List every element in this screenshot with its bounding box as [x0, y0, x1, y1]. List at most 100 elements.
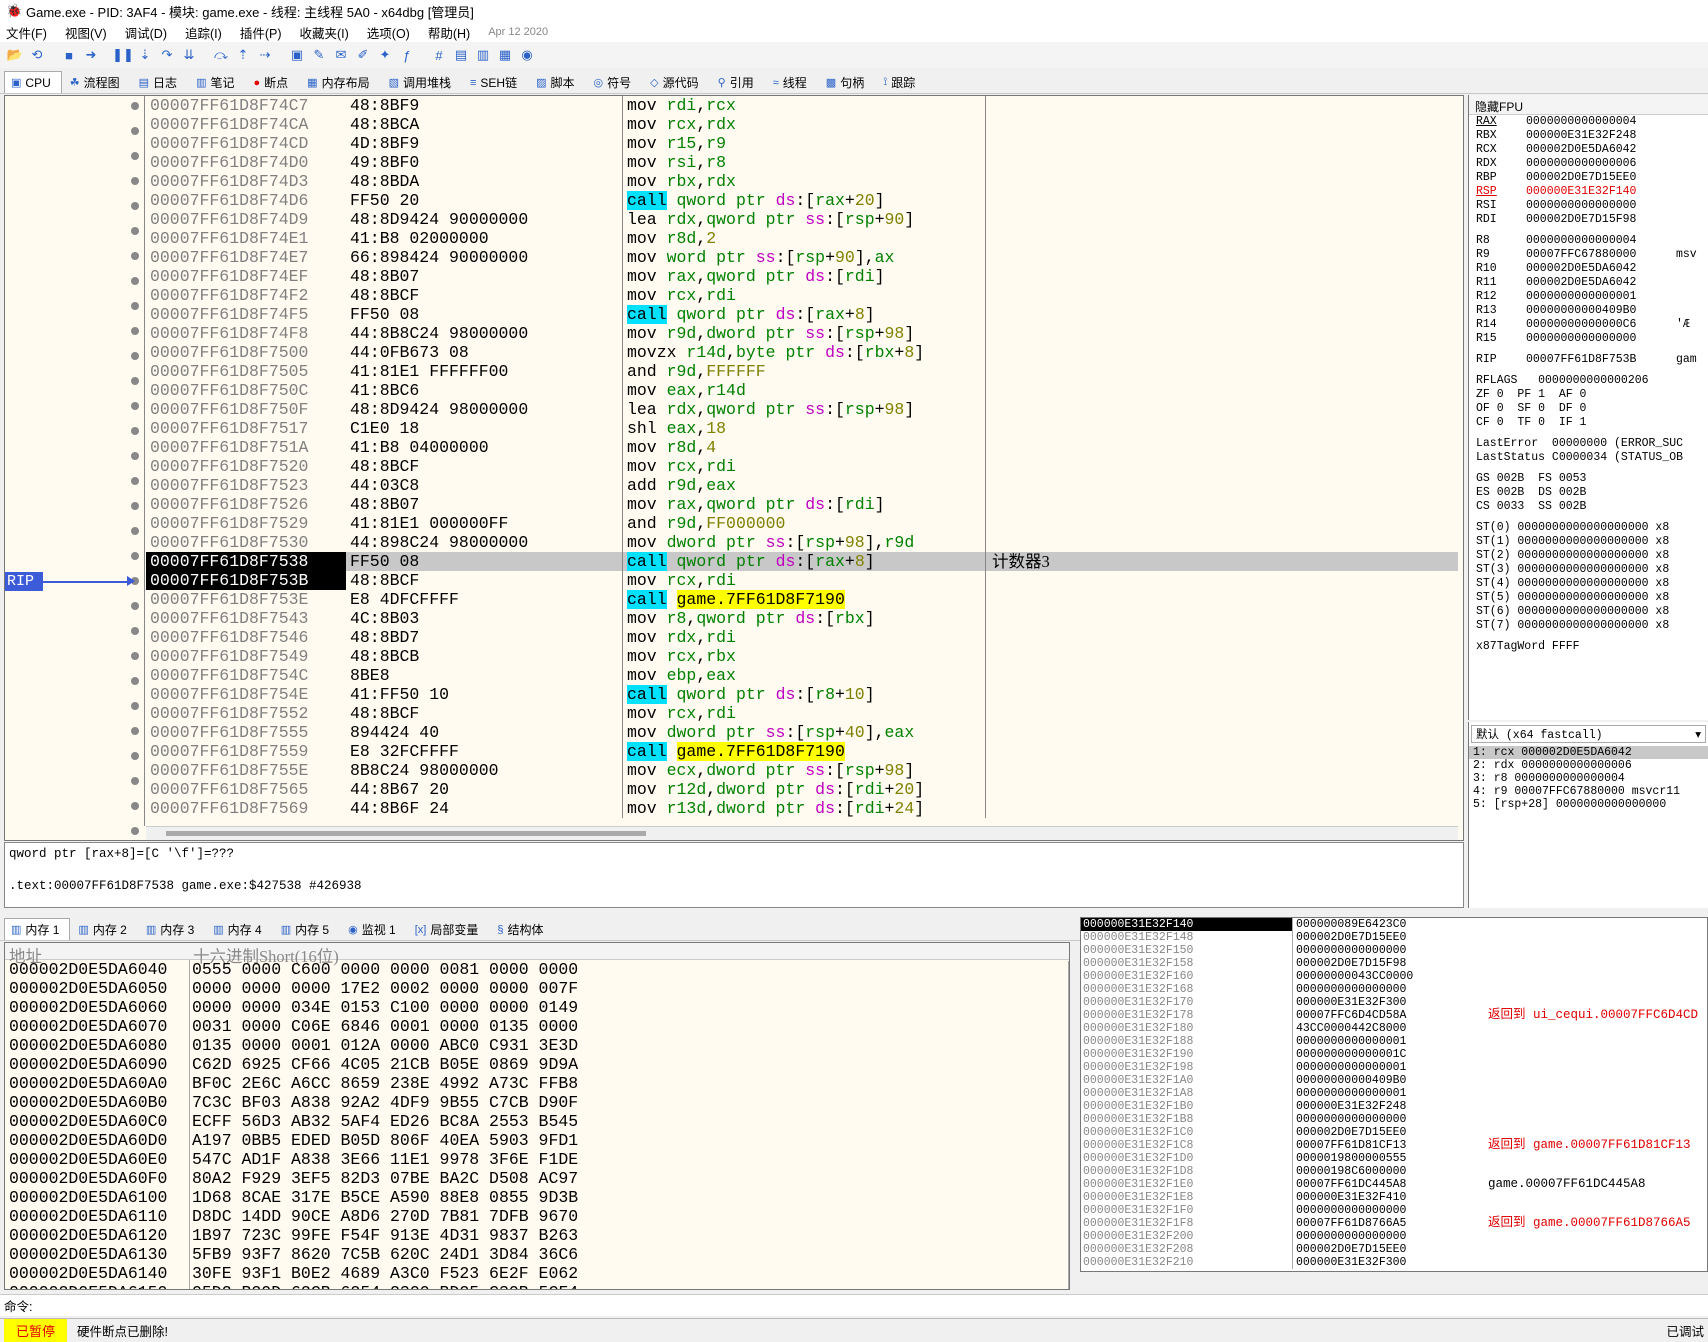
memory-icon[interactable]: ▥	[474, 46, 492, 64]
dump-row[interactable]: 000002D0E5DA60A0 BF0C 2E6C A6CC 8659 238E…	[5, 1074, 1069, 1093]
register-value[interactable]: 00007FF61D8F753B	[1526, 353, 1676, 367]
stack-row[interactable]: 000000E31E32F198 0000000000000001	[1081, 1061, 1707, 1074]
register-value[interactable]: 000002D0E7D15F98	[1526, 213, 1676, 227]
dump-hex[interactable]: BF0C 2E6C A6CC 8659 238E 4992 A73C FFB8	[189, 1074, 578, 1093]
dump-row[interactable]: 000002D0E5DA60F0 80A2 F929 3EF5 82D3 07BE…	[5, 1169, 1069, 1188]
breakpoint-marker[interactable]	[131, 702, 141, 721]
dump-hex[interactable]: 0135 0000 0001 012A 0000 ABC0 C931 3E3D	[189, 1036, 578, 1055]
dump-row[interactable]: 000002D0E5DA60C0 ECFF 56D3 AB32 5AF4 ED26…	[5, 1112, 1069, 1131]
stack-row[interactable]: 000000E31E32F208 000002D0E7D15EE0	[1081, 1243, 1707, 1256]
breakpoint-marker[interactable]	[131, 277, 141, 296]
breakpoint-marker[interactable]	[131, 252, 141, 271]
disasm-row[interactable]: 00007FF61D8F753E E8 4DFCFFFF call game.7FF…	[146, 590, 1458, 609]
stack-value[interactable]: 0000000000000000	[1292, 1204, 1482, 1217]
menu-item-7[interactable]: 帮助(H)	[428, 23, 470, 42]
breakpoint-marker[interactable]	[131, 802, 141, 821]
dump-hex[interactable]: 5FB9 93F7 8620 7C5B 620C 24D1 3D84 36C6	[189, 1245, 578, 1264]
register-value[interactable]: 00000000000409B0	[1526, 304, 1676, 318]
menu-item-4[interactable]: 插件(P)	[240, 23, 282, 42]
dump-hex[interactable]: ECFF 56D3 AB32 5AF4 ED26 BC8A 2553 B545	[189, 1112, 578, 1131]
tab-11[interactable]: ⚲ 引用	[711, 71, 765, 93]
register-value[interactable]: 0000000000000001	[1526, 290, 1676, 304]
memory-tab-6[interactable]: [x] 局部变量	[408, 918, 490, 940]
dump-hex[interactable]: 0555 0000 C600 0000 0000 0081 0000 0000	[189, 960, 578, 979]
breakpoint-marker[interactable]	[131, 677, 141, 696]
open-icon[interactable]: 📂	[6, 46, 24, 64]
register-value[interactable]: 00007FFC67880000	[1526, 248, 1676, 262]
disasm-row[interactable]: 00007FF61D8F74F2 48:8BCF mov rcx,rdi	[146, 286, 1458, 305]
disasm-row[interactable]: 00007FF61D8F74CD 4D:8BF9 mov r15,r9	[146, 134, 1458, 153]
run-to-user-code-icon[interactable]: ⇢	[256, 46, 274, 64]
disasm-row[interactable]: 00007FF61D8F754C 8BE8 mov ebp,eax	[146, 666, 1458, 685]
call-arg[interactable]: 1: rcx 000002D0E5DA6042	[1469, 746, 1708, 759]
disasm-row[interactable]: 00007FF61D8F7555 894424 40 mov dword ptr s…	[146, 723, 1458, 742]
disasm-row[interactable]: 00007FF61D8F755E 8B8C24 98000000 mov ecx,d…	[146, 761, 1458, 780]
stack-value[interactable]: 000000E31E32F248	[1292, 1100, 1482, 1113]
disasm-row[interactable]: 00007FF61D8F7529 41:81E1 000000FF and r9d,…	[146, 514, 1458, 533]
disasm-row[interactable]: 00007FF61D8F7552 48:8BCF mov rcx,rdi	[146, 704, 1458, 723]
memory-tab-1[interactable]: ▥ 内存 2	[71, 918, 137, 940]
tab-7[interactable]: ≡ SEH链	[463, 71, 528, 93]
stack-row[interactable]: 000000E31E32F210 000000E31E32F300	[1081, 1256, 1707, 1269]
stack-row[interactable]: 000000E31E32F148 000002D0E7D15EE0	[1081, 931, 1707, 944]
disasm-row[interactable]: 00007FF61D8F7505 41:81E1 FFFFFF00 and r9d,…	[146, 362, 1458, 381]
stack-value[interactable]: 000002D0E7D15EE0	[1292, 1126, 1482, 1139]
dump-hex[interactable]: C62D 6925 CF66 4C05 21CB B05E 0869 9D9A	[189, 1055, 578, 1074]
memory-tab-0[interactable]: ▥ 内存 1	[4, 918, 71, 940]
dump-row[interactable]: 000002D0E5DA6130 5FB9 93F7 8620 7C5B 620C…	[5, 1245, 1069, 1264]
register-value[interactable]: 0000000000000004	[1526, 234, 1676, 248]
dump-hex[interactable]: 80A2 F929 3EF5 82D3 07BE BA2C D508 AC97	[189, 1169, 578, 1188]
breakpoint-marker[interactable]	[131, 652, 141, 671]
stack-row[interactable]: 000000E31E32F178 00007FFC6D4CD58A 返回到 ui_c…	[1081, 1009, 1707, 1022]
disasm-row[interactable]: 00007FF61D8F7520 48:8BCF mov rcx,rdi	[146, 457, 1458, 476]
disasm-row[interactable]: 00007FF61D8F7530 44:898C24 98000000 mov dw…	[146, 533, 1458, 552]
register-value[interactable]: 00000000000000C6	[1526, 318, 1676, 332]
dump-row[interactable]: 000002D0E5DA6060 0000 0000 034E 0153 C100…	[5, 998, 1069, 1017]
dump-hex[interactable]: 30FE 93F1 B0E2 4689 A3C0 F523 6E2F E062	[189, 1264, 578, 1283]
settings-icon[interactable]: ▦	[496, 46, 514, 64]
memory-tab-2[interactable]: ▥ 内存 3	[139, 918, 205, 940]
stack-row[interactable]: 000000E31E32F180 43CC0000442C8000	[1081, 1022, 1707, 1035]
call-arg[interactable]: 3: r8 0000000000000004	[1469, 772, 1708, 785]
tab-6[interactable]: ▧ 调用堆栈	[382, 71, 462, 93]
dump-row[interactable]: 000002D0E5DA60D0 A197 0BB5 EDED B05D 806F…	[5, 1131, 1069, 1150]
disasm-row[interactable]: 00007FF61D8F751A 41:B8 04000000 mov r8d,4	[146, 438, 1458, 457]
breakpoint-marker[interactable]	[131, 202, 141, 221]
tab-5[interactable]: ▦ 内存布局	[300, 71, 380, 93]
breakpoint-marker[interactable]	[131, 427, 141, 446]
disasm-row[interactable]: 00007FF61D8F74F5 FF50 08 call qword ptr ds…	[146, 305, 1458, 324]
register-r8[interactable]: R8 0000000000000004	[1469, 234, 1708, 248]
stack-row[interactable]: 000000E31E32F1E0 00007FF61DC445A8 game.000…	[1081, 1178, 1707, 1191]
register-value[interactable]: 000000E31E32F248	[1526, 129, 1676, 143]
dump-row[interactable]: 000002D0E5DA60E0 547C AD1F A838 3E66 11E1…	[5, 1150, 1069, 1169]
bookmark-icon[interactable]: ✦	[376, 46, 394, 64]
register-r12[interactable]: R12 0000000000000001	[1469, 290, 1708, 304]
breakpoint-marker[interactable]	[131, 327, 141, 346]
breakpoint-marker[interactable]	[131, 302, 141, 321]
dump-row[interactable]: 000002D0E5DA6050 0000 0000 0000 17E2 0002…	[5, 979, 1069, 998]
disasm-row[interactable]: 00007FF61D8F74C7 48:8BF9 mov rdi,rcx	[146, 96, 1458, 115]
breakpoint-marker[interactable]	[131, 352, 141, 371]
stack-value[interactable]: 000002D0E7D15EE0	[1292, 1243, 1482, 1256]
dump-row[interactable]: 000002D0E5DA6090 C62D 6925 CF66 4C05 21CB…	[5, 1055, 1069, 1074]
stack-value[interactable]: 00000000043CC0000	[1292, 970, 1482, 983]
breakpoint-marker[interactable]	[131, 477, 141, 496]
disassembly-view[interactable]: RIP 00007FF61D8F74C7 48:8BF9 mov rdi,rcx 00…	[4, 95, 1464, 841]
tab-13[interactable]: ▩ 句柄	[819, 71, 875, 93]
register-value[interactable]: 0000000000000000	[1526, 199, 1676, 213]
stack-value[interactable]: 000000E31E32F300	[1292, 1256, 1482, 1269]
breakpoint-marker[interactable]	[131, 502, 141, 521]
breakpoint-marker[interactable]	[131, 527, 141, 546]
stack-row[interactable]: 000000E31E32F1A8 0000000000000001	[1081, 1087, 1707, 1100]
dump-hex[interactable]: 7C3C BF03 A838 92A2 4DF9 9B55 C7CB D90F	[189, 1093, 578, 1112]
register-value[interactable]: 0000000000000000	[1526, 332, 1676, 346]
call-arg[interactable]: 5: [rsp+28] 0000000000000000	[1469, 798, 1708, 811]
stack-row[interactable]: 000000E31E32F1A0 00000000000409B0	[1081, 1074, 1707, 1087]
stack-row[interactable]: 000000E31E32F150 0000000000000000	[1081, 944, 1707, 957]
breakpoint-marker[interactable]	[131, 627, 141, 646]
trace-over-icon[interactable]: ⤼	[212, 46, 230, 64]
breakpoint-marker[interactable]	[131, 752, 141, 771]
disasm-row[interactable]: 00007FF61D8F74E1 41:B8 02000000 mov r8d,2	[146, 229, 1458, 248]
stack-value[interactable]: 000002D0E7D15EE0	[1292, 931, 1482, 944]
stack-row[interactable]: 000000E31E32F190 000000000000001C	[1081, 1048, 1707, 1061]
